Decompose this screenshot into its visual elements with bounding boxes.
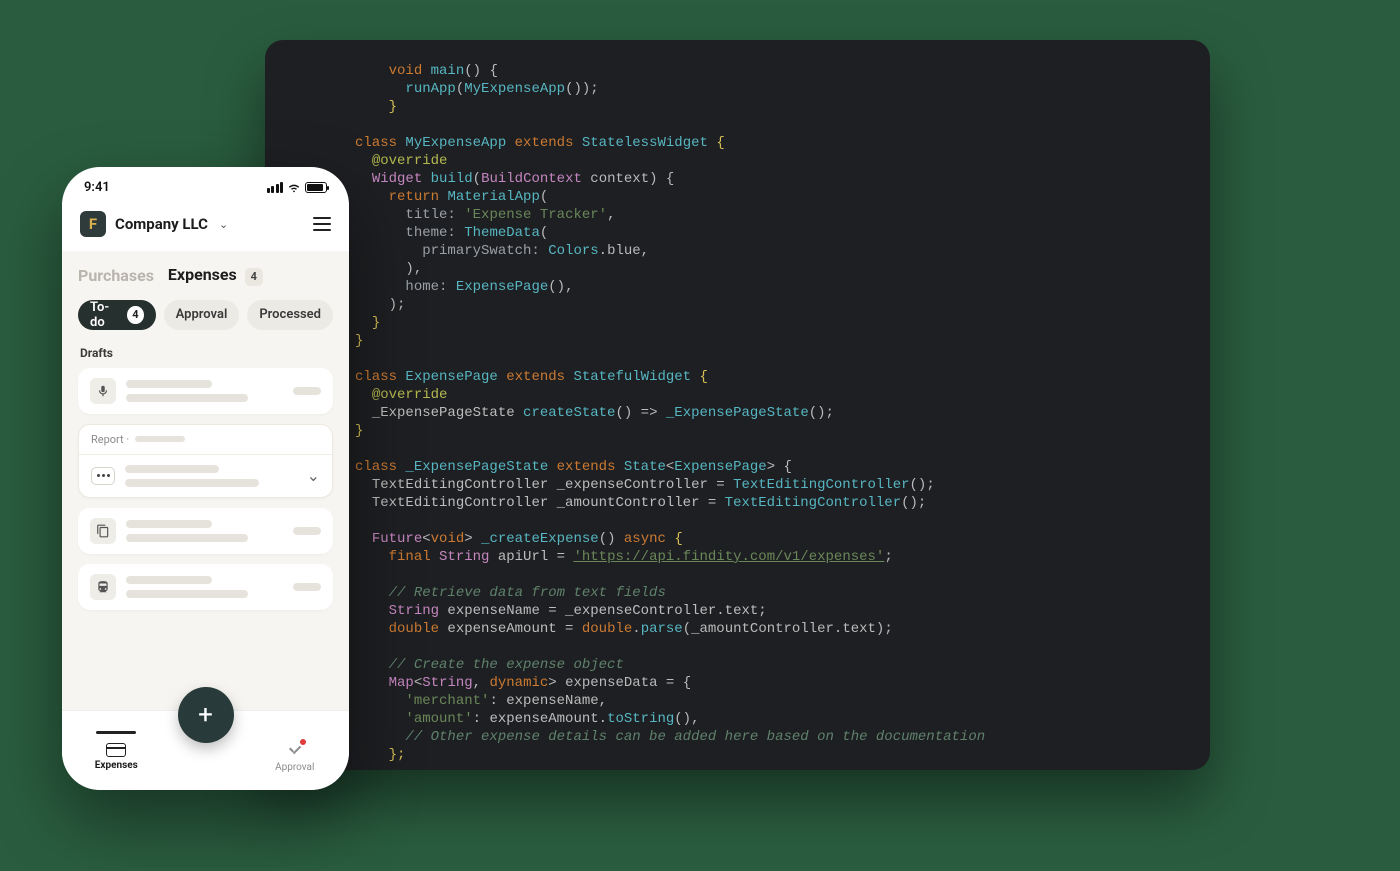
company-selector[interactable]: F Company LLC ⌄	[80, 211, 228, 237]
expense-placeholder	[126, 520, 283, 542]
expense-placeholder	[126, 576, 283, 598]
company-name: Company LLC	[115, 215, 208, 233]
report-group[interactable]: Report · ⌄	[78, 424, 333, 498]
report-header: Report ·	[79, 425, 332, 454]
code-block: void main() { runApp(MyExpenseApp()); } …	[355, 62, 1180, 764]
amount-placeholder	[293, 527, 321, 535]
mic-icon	[90, 378, 116, 404]
battery-icon	[305, 182, 327, 193]
filter-chips: To-do 4 Approval Processed	[78, 300, 333, 330]
notification-dot-icon	[300, 739, 306, 745]
nav-expenses[interactable]: Expenses	[62, 711, 171, 790]
card-icon	[106, 743, 126, 757]
top-tabs: Purchases Expenses 4	[78, 265, 333, 286]
nav-expenses-label: Expenses	[95, 760, 138, 771]
check-icon	[286, 741, 304, 759]
bottom-nav: + Expenses Approval	[62, 710, 349, 790]
expense-placeholder	[126, 380, 283, 402]
wifi-icon	[287, 180, 301, 194]
amount-placeholder	[293, 387, 321, 395]
more-icon[interactable]	[91, 467, 115, 485]
amount-placeholder	[293, 583, 321, 591]
nav-approval-label: Approval	[275, 762, 314, 773]
expense-card[interactable]	[78, 564, 333, 610]
chip-todo[interactable]: To-do 4	[78, 300, 156, 330]
tab-expenses-badge: 4	[245, 268, 263, 286]
tab-expenses-label: Expenses	[168, 265, 237, 284]
section-drafts-label: Drafts	[80, 346, 333, 360]
status-time: 9:41	[84, 180, 110, 195]
tab-expenses[interactable]: Expenses 4	[168, 265, 263, 286]
chip-todo-label: To-do	[90, 300, 121, 330]
main-content: Purchases Expenses 4 To-do 4 Approval Pr…	[62, 251, 349, 710]
chevron-down-icon[interactable]: ⌄	[307, 466, 320, 485]
status-bar: 9:41	[62, 167, 349, 203]
menu-button[interactable]	[313, 217, 331, 231]
train-icon	[90, 574, 116, 600]
phone-mockup: 9:41 F Company LLC ⌄ Purchases Expenses …	[62, 167, 349, 790]
report-prefix: Report ·	[91, 433, 129, 446]
expense-card[interactable]	[78, 368, 333, 414]
expense-placeholder	[125, 465, 297, 487]
chip-approval[interactable]: Approval	[164, 300, 240, 330]
code-editor: void main() { runApp(MyExpenseApp()); } …	[265, 40, 1210, 770]
tab-purchases[interactable]: Purchases	[78, 266, 154, 285]
nav-approval[interactable]: Approval	[241, 711, 350, 790]
expense-card[interactable]	[78, 508, 333, 554]
app-bar: F Company LLC ⌄	[62, 203, 349, 251]
chip-todo-badge: 4	[127, 306, 144, 324]
signal-icon	[267, 182, 284, 193]
report-name-placeholder	[135, 436, 185, 442]
copy-icon	[90, 518, 116, 544]
brand-logo-icon: F	[80, 211, 106, 237]
chevron-down-icon: ⌄	[219, 218, 228, 231]
chip-processed[interactable]: Processed	[247, 300, 333, 330]
fab-add-button[interactable]: +	[178, 687, 234, 743]
